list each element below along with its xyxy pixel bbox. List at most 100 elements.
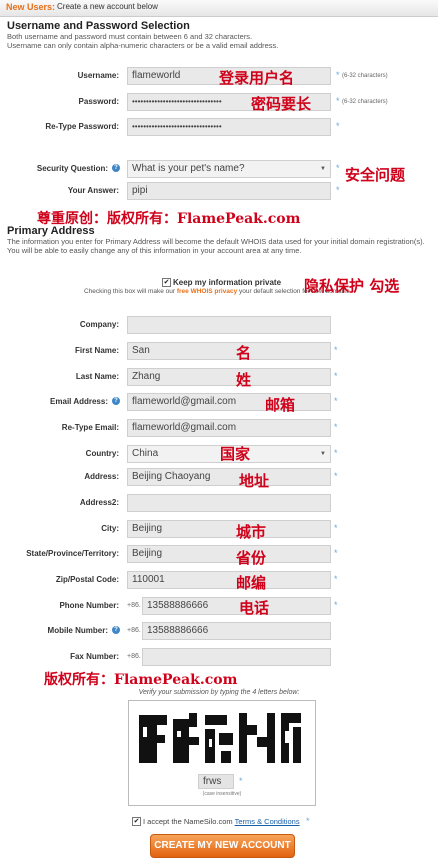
required-marker: * bbox=[336, 121, 340, 131]
last-name-label: Last Name: bbox=[75, 372, 119, 381]
chevron-down-icon: ▼ bbox=[320, 166, 326, 172]
info-icon[interactable]: ? bbox=[112, 164, 120, 172]
credentials-title: Username and Password Selection bbox=[7, 20, 190, 32]
email-label: Email Address: bbox=[50, 397, 108, 406]
annotation-zip: 邮编 bbox=[236, 574, 267, 592]
retype-email-label: Re-Type Email: bbox=[61, 423, 119, 432]
captcha-case-note: (case insensitive) bbox=[202, 791, 242, 797]
terms-label: I accept the NameSilo.com Terms & Condit… bbox=[143, 817, 300, 826]
mobile-prefix: +86. bbox=[127, 627, 141, 634]
first-name-input[interactable]: San bbox=[127, 342, 331, 360]
annotation-email: 邮箱 bbox=[265, 396, 296, 414]
terms-checkbox[interactable]: ✔ bbox=[132, 817, 141, 826]
username-length-hint: (6-32 characters) bbox=[342, 73, 388, 79]
address2-label: Address2: bbox=[79, 498, 119, 507]
required-marker: * bbox=[334, 471, 338, 481]
required-marker: * bbox=[334, 371, 338, 381]
required-marker: * bbox=[334, 422, 338, 432]
required-marker: * bbox=[336, 96, 340, 106]
mobile-input[interactable]: 13588886666 bbox=[142, 622, 331, 640]
annotation-phone: 电话 bbox=[239, 599, 270, 617]
primary-desc-2: You will be able to easily change any of… bbox=[7, 246, 302, 255]
annotation-privacy: 隐私保护 勾选 bbox=[304, 277, 400, 295]
annotation-copyright-2: 版权所有：FlamePeak.com bbox=[44, 672, 238, 688]
zip-input[interactable]: 110001 bbox=[127, 571, 331, 589]
answer-input[interactable]: pipi bbox=[127, 182, 331, 200]
phone-label: Phone Number: bbox=[59, 601, 119, 610]
security-question-value: What is your pet's name? bbox=[132, 163, 245, 174]
required-marker: * bbox=[334, 574, 338, 584]
retype-password-input[interactable]: •••••••••••••••••••••••••••••••• bbox=[127, 118, 331, 136]
credentials-desc-2: Username can only contain alpha-numeric … bbox=[7, 41, 279, 50]
phone-input[interactable]: 13588886666 bbox=[142, 597, 331, 615]
annotation-name: 名 bbox=[236, 344, 252, 362]
required-marker: * bbox=[334, 600, 338, 610]
fax-input[interactable] bbox=[142, 648, 331, 666]
required-marker: * bbox=[239, 776, 243, 786]
privacy-checkbox[interactable]: ✔ bbox=[162, 278, 171, 287]
header-subtitle: Create a new account below bbox=[57, 2, 158, 11]
country-value: China bbox=[132, 448, 159, 459]
retype-password-label: Re-Type Password: bbox=[45, 122, 119, 131]
required-marker: * bbox=[334, 448, 338, 458]
annotation-city: 城市 bbox=[236, 523, 267, 541]
top-bar: New Users: Create a new account below bbox=[0, 0, 438, 17]
phone-prefix: +86. bbox=[127, 602, 141, 609]
required-marker: * bbox=[336, 163, 340, 173]
primary-address-title: Primary Address bbox=[7, 225, 95, 237]
password-label: Password: bbox=[78, 97, 119, 106]
address-label: Address: bbox=[84, 472, 119, 481]
fax-label: Fax Number: bbox=[70, 652, 119, 661]
city-input[interactable]: Beijing bbox=[127, 520, 331, 538]
annotation-province: 省份 bbox=[236, 549, 267, 567]
whois-privacy-link[interactable]: free WHOIS privacy bbox=[177, 288, 237, 295]
retype-email-input[interactable]: flameworld@gmail.com bbox=[127, 419, 331, 437]
city-label: City: bbox=[101, 524, 119, 533]
chevron-down-icon: ▼ bbox=[320, 451, 326, 457]
required-marker: * bbox=[336, 70, 340, 80]
create-account-button[interactable]: CREATE MY NEW ACCOUNT bbox=[150, 834, 295, 858]
state-input[interactable]: Beijing bbox=[127, 545, 331, 563]
captcha-image bbox=[139, 713, 301, 763]
info-icon[interactable]: ? bbox=[112, 626, 120, 634]
terms-link[interactable]: Terms & Conditions bbox=[235, 817, 300, 826]
required-marker: * bbox=[334, 523, 338, 533]
annotation-country: 国家 bbox=[220, 445, 251, 463]
last-name-input[interactable]: Zhang bbox=[127, 368, 331, 386]
captcha-panel: frws * (case insensitive) bbox=[128, 700, 316, 806]
required-marker: * bbox=[334, 396, 338, 406]
required-marker: * bbox=[334, 548, 338, 558]
required-marker: * bbox=[306, 816, 310, 826]
terms-text: I accept the NameSilo.com bbox=[143, 817, 235, 826]
address2-input[interactable] bbox=[127, 494, 331, 512]
address-input[interactable]: Beijing Chaoyang bbox=[127, 468, 331, 486]
security-question-label: Security Question: bbox=[36, 164, 108, 173]
required-marker: * bbox=[334, 345, 338, 355]
captcha-instruction: Verify your submission by typing the 4 l… bbox=[138, 689, 300, 696]
password-length-hint: (6-32 characters) bbox=[342, 99, 388, 105]
primary-desc-1: The information you enter for Primary Ad… bbox=[7, 237, 425, 246]
zip-label: Zip/Postal Code: bbox=[55, 575, 119, 584]
captcha-input[interactable]: frws bbox=[198, 774, 234, 789]
annotation-login-user: 登录用户名 bbox=[219, 69, 295, 87]
answer-label: Your Answer: bbox=[67, 186, 119, 195]
annotation-password-len: 密码要长 bbox=[251, 95, 312, 113]
username-label: Username: bbox=[77, 71, 119, 80]
annotation-security: 安全问题 bbox=[345, 166, 406, 184]
country-label: Country: bbox=[85, 449, 119, 458]
annotation-surname: 姓 bbox=[236, 371, 252, 389]
company-input[interactable] bbox=[127, 316, 331, 334]
mobile-label: Mobile Number: bbox=[47, 626, 108, 635]
privacy-note-pre: Checking this box will make our bbox=[84, 288, 177, 295]
privacy-label: Keep my information private bbox=[173, 278, 282, 287]
fax-prefix: +86. bbox=[127, 653, 141, 660]
credentials-desc-1: Both username and password must contain … bbox=[7, 32, 253, 41]
first-name-label: First Name: bbox=[74, 346, 119, 355]
info-icon[interactable]: ? bbox=[112, 397, 120, 405]
email-input[interactable]: flameworld@gmail.com bbox=[127, 393, 331, 411]
annotation-address: 地址 bbox=[239, 472, 270, 490]
required-marker: * bbox=[336, 185, 340, 195]
security-question-select[interactable]: What is your pet's name? ▼ bbox=[127, 160, 331, 178]
state-label: State/Province/Territory: bbox=[26, 549, 119, 558]
new-users-label: New Users: bbox=[6, 2, 56, 12]
